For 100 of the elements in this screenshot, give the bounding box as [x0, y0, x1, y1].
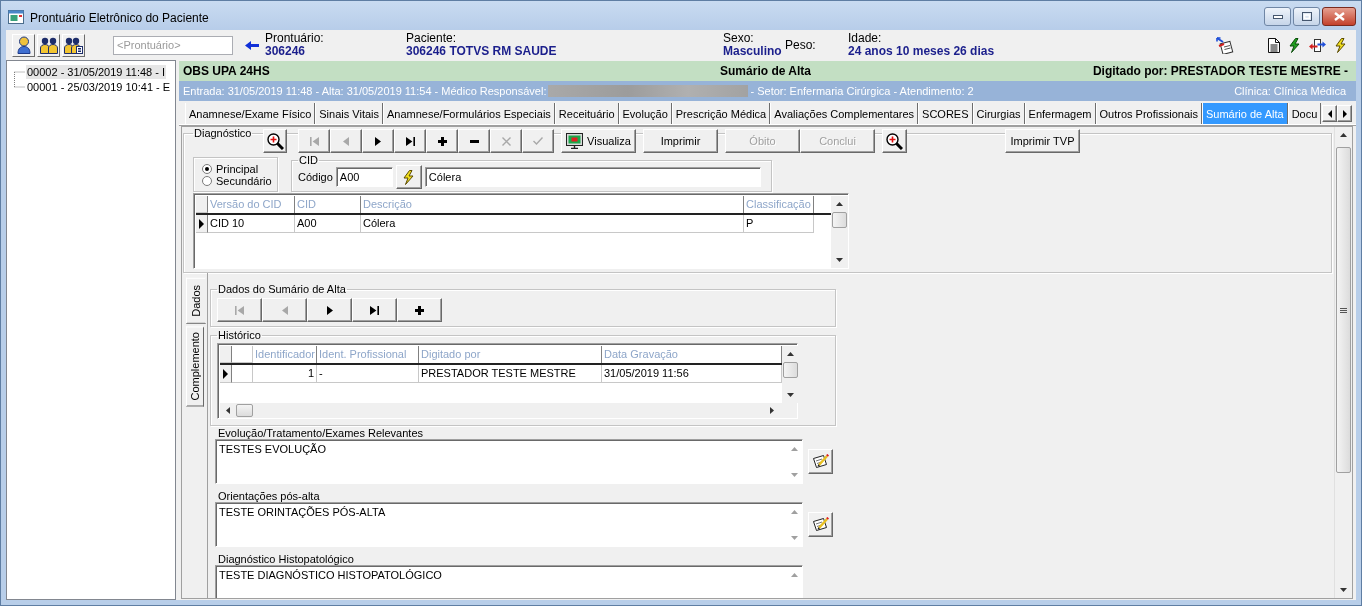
table-cell: PRESTADOR TESTE MESTRE: [419, 365, 602, 383]
zoom-button[interactable]: [882, 129, 907, 153]
arrows-icon: [1309, 38, 1326, 52]
prontuario-field[interactable]: <Prontuário>: [113, 35, 233, 55]
view-button[interactable]: Visualiza: [561, 129, 636, 153]
tab-scroll-right-button[interactable]: [1337, 105, 1353, 122]
minus-icon: [469, 139, 479, 143]
down-arrow-icon: [1340, 588, 1347, 592]
notepad-pencil-icon: [812, 454, 829, 469]
scroll-thumb[interactable]: [1336, 147, 1351, 473]
notes-tool-button[interactable]: [1214, 35, 1236, 55]
typed-by-text: Digitado por: PRESTADOR TESTE MESTRE -: [1092, 64, 1348, 78]
field-label: Peso:: [785, 38, 816, 52]
left-triangle-icon: [1327, 109, 1332, 118]
radio-button[interactable]: [202, 175, 212, 186]
tab[interactable]: Avaliações Complementares: [770, 103, 919, 124]
edit-button[interactable]: [808, 512, 833, 537]
field-label: Orientações pós-alta: [218, 490, 320, 502]
table-cell: -: [317, 365, 419, 383]
tab[interactable]: Evolução: [618, 103, 672, 124]
field-value: 306246 TOTVS RM SAUDE: [406, 45, 557, 58]
next-record-button[interactable]: [307, 298, 352, 322]
close-button[interactable]: [1322, 7, 1356, 26]
side-tab[interactable]: Dados: [186, 278, 206, 324]
patients-list-button[interactable]: [62, 33, 85, 57]
app-window-icon: [8, 9, 24, 24]
description-field[interactable]: Cólera: [424, 167, 761, 187]
tab[interactable]: SCORES: [918, 103, 973, 124]
next-record-button[interactable]: [362, 129, 394, 153]
patients-button[interactable]: [37, 33, 60, 57]
maximize-icon: [1301, 12, 1312, 21]
add-button[interactable]: [397, 298, 442, 322]
tree-item[interactable]: 00002 - 31/05/2019 11:48 - I: [26, 65, 166, 79]
skip-start-icon: [235, 305, 244, 315]
text-area[interactable]: TESTE DIAGNÓSTICO HISTOPATOLÓGICO: [215, 565, 803, 598]
tab[interactable]: Cirurgias: [972, 103, 1025, 124]
window-title: Prontuário Eletrônico do Paciente: [30, 10, 209, 25]
field-label: Prontuário:: [265, 32, 324, 45]
monitor-icon: [566, 133, 584, 149]
scroll-thumb[interactable]: [832, 212, 847, 228]
tab[interactable]: Anamnese/Formulários Especiais: [383, 103, 555, 124]
tab[interactable]: Prescrição Médica: [671, 103, 771, 124]
right-triangle-icon: [375, 136, 381, 146]
tab[interactable]: Anamnese/Exame Físico: [185, 103, 316, 124]
field-label: Paciente:: [406, 32, 457, 45]
down-arrow-icon: [790, 473, 798, 477]
lookup-button[interactable]: [395, 165, 422, 189]
document-icon: [1268, 37, 1280, 53]
radio-option[interactable]: Secundário: [202, 174, 272, 187]
print-button[interactable]: Imprimir: [643, 129, 718, 153]
field-value: Masculino: [723, 45, 782, 58]
patient-button[interactable]: [12, 33, 35, 57]
edit-button[interactable]: [808, 449, 833, 474]
row-selector-cell: [220, 346, 232, 363]
remove-button[interactable]: [458, 129, 490, 153]
scroll-thumb[interactable]: [236, 404, 253, 417]
field-label: Idade:: [848, 32, 882, 45]
right-arrow-icon: [770, 407, 774, 414]
row-selector-cell[interactable]: [196, 215, 208, 233]
minimize-button[interactable]: [1264, 7, 1291, 26]
radio-button[interactable]: [202, 163, 212, 174]
close-icon: [1333, 12, 1345, 21]
side-tab[interactable]: Complemento: [186, 325, 204, 407]
zoom-in-icon: [266, 132, 284, 150]
scroll-thumb[interactable]: [783, 362, 798, 378]
lightning-icon: [403, 169, 415, 185]
lightning-icon: [1289, 37, 1300, 53]
horizontal-scrollbar[interactable]: [220, 403, 797, 418]
down-arrow-icon: [787, 393, 794, 397]
tab[interactable]: Outros Profissionais: [1095, 103, 1202, 124]
radio-option[interactable]: Principal: [202, 162, 259, 175]
field-label: Evolução/Tratamento/Exames Relevantes: [218, 427, 424, 439]
tree-item[interactable]: 00001 - 25/03/2019 10:41 - E: [26, 80, 172, 94]
group-title: Diagnóstico: [193, 127, 253, 140]
text-area[interactable]: TESTES EVOLUÇÃO: [215, 439, 803, 484]
print-tvp-button[interactable]: Imprimir TVP: [1005, 129, 1080, 153]
table-cell: 31/05/2019 11:56: [602, 365, 782, 383]
document-button[interactable]: [1266, 35, 1282, 55]
people-card-icon: [64, 36, 83, 54]
tab[interactable]: Receituário: [554, 103, 619, 124]
add-button[interactable]: [426, 129, 458, 153]
last-record-button[interactable]: [394, 129, 426, 153]
row-selector-cell[interactable]: [220, 365, 232, 383]
left-arrow-icon: [245, 40, 259, 50]
vertical-scrollbar[interactable]: [1334, 127, 1352, 598]
check-icon: [533, 137, 543, 145]
last-record-button[interactable]: [352, 298, 397, 322]
zoom-button[interactable]: [263, 129, 287, 153]
lightning-button[interactable]: [1287, 35, 1302, 55]
tab[interactable]: Docu: [1287, 103, 1322, 124]
screen-title: Sumário de Alta: [720, 64, 811, 78]
tab-scroll-left-button[interactable]: [1322, 105, 1338, 122]
text-area[interactable]: TESTE ORINTAÇÕES PÓS-ALTA: [215, 502, 803, 547]
tab[interactable]: Enfermagem: [1024, 103, 1096, 124]
maximize-button[interactable]: [1293, 7, 1320, 26]
code-field[interactable]: A00: [335, 167, 393, 187]
vertical-scrollbar[interactable]: [831, 196, 848, 268]
lightning-button[interactable]: [1333, 35, 1348, 55]
up-arrow-icon: [790, 447, 798, 451]
tab[interactable]: Sinais Vitais: [315, 103, 383, 124]
